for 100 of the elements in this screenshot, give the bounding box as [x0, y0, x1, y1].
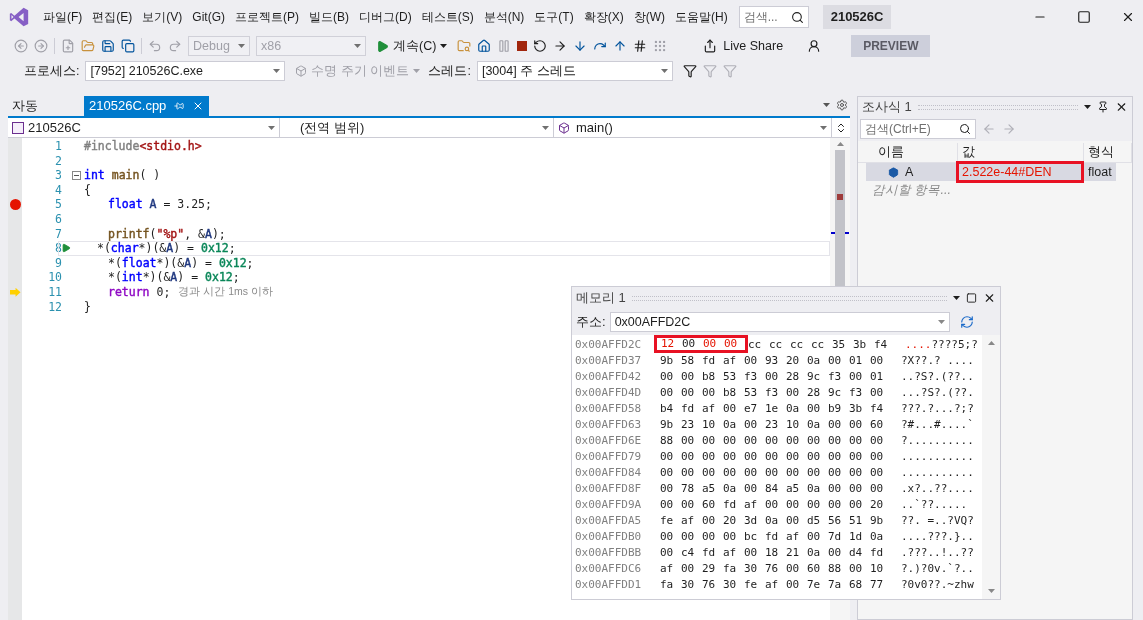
memory-byte: 00: [682, 335, 697, 352]
menu-item[interactable]: 테스트(S): [416, 8, 479, 26]
memory-byte: 00: [681, 464, 696, 481]
close-icon[interactable]: [1115, 100, 1128, 114]
memory-byte: 12: [661, 335, 676, 352]
memory-byte: 00: [786, 384, 801, 401]
memory-byte: 00: [765, 432, 780, 449]
refresh-icon[interactable]: [959, 315, 974, 329]
solution-title: 210526C: [822, 5, 892, 29]
close-icon[interactable]: [983, 291, 996, 305]
line-number: 10: [47, 270, 62, 285]
close-icon[interactable]: [1121, 10, 1135, 24]
memory-byte: cc: [790, 336, 805, 353]
memory-ascii: ....???.}..: [901, 528, 974, 545]
continue-button[interactable]: 계속(C): [372, 36, 452, 56]
line-number: 2: [54, 153, 62, 169]
memory-byte: af: [723, 544, 738, 561]
watch-search-field[interactable]: 검색(Ctrl+E): [860, 119, 976, 139]
project-dropdown[interactable]: 210526C: [8, 118, 280, 137]
line-number: 11: [47, 284, 62, 300]
memory-byte: 00: [744, 432, 759, 449]
code-line: float A = 3.25;: [108, 197, 212, 212]
column-header[interactable]: 이름: [866, 143, 958, 162]
settings-icon[interactable]: [836, 98, 848, 112]
memory-byte: fe: [660, 512, 675, 529]
breakpoint-icon[interactable]: [9, 199, 21, 211]
menu-item[interactable]: 도구(T): [529, 8, 579, 26]
memory-ascii: ?.)?0v.`?..: [901, 560, 974, 577]
watch-type-cell: float: [1084, 163, 1116, 181]
person-icon[interactable]: [807, 39, 822, 53]
caret-icon[interactable]: [953, 296, 960, 300]
menu-item[interactable]: 도움말(H): [670, 8, 733, 26]
search-icon[interactable]: [959, 123, 971, 135]
scope-dropdown[interactable]: (전역 범위): [280, 118, 554, 137]
member-dropdown[interactable]: main(): [554, 118, 832, 137]
scroll-up-icon[interactable]: [836, 142, 844, 146]
show-next-statement-icon[interactable]: [553, 39, 568, 53]
menu-item[interactable]: 디버그(D): [354, 8, 417, 26]
memory-ascii: ?..........: [901, 432, 974, 449]
tab[interactable]: 자동: [12, 96, 38, 116]
memory-byte: 60: [702, 496, 717, 513]
menu-item[interactable]: 창(W): [628, 8, 670, 26]
memory-byte: 23: [765, 416, 780, 433]
column-header[interactable]: 형식: [1084, 143, 1132, 162]
menu-item[interactable]: 빌드(B): [304, 8, 354, 26]
memory-byte: 00: [765, 448, 780, 465]
caret-icon: [440, 44, 448, 48]
column-header[interactable]: 값: [958, 143, 1084, 162]
memory-byte: 01: [849, 352, 864, 369]
memory-byte: fd: [723, 496, 738, 513]
search-icon[interactable]: [790, 10, 804, 24]
memory-byte: 00: [723, 400, 738, 417]
grip-icon[interactable]: [653, 39, 668, 53]
menu-item[interactable]: 분석(N): [478, 8, 530, 26]
memory-address: 0x00AFFD8F: [575, 480, 643, 497]
memory-byte: 0a: [807, 480, 822, 497]
save-all-icon[interactable]: [121, 39, 135, 53]
run-to-click-icon[interactable]: [61, 243, 71, 254]
memory-byte: 00: [807, 528, 822, 545]
memory-byte: 00: [828, 432, 843, 449]
live-share-button[interactable]: Live Share: [703, 36, 784, 56]
caret-icon[interactable]: [823, 103, 830, 107]
step-out-icon[interactable]: [613, 39, 628, 53]
maximize-icon[interactable]: [966, 291, 977, 305]
memory-byte: 00: [849, 416, 864, 433]
maximize-icon[interactable]: [1077, 10, 1091, 24]
menu-item[interactable]: 보기(V): [137, 8, 188, 26]
stop-icon[interactable]: [517, 41, 528, 51]
scroll-down-icon[interactable]: [987, 589, 995, 593]
menu-item[interactable]: 프로젝트(P): [230, 8, 304, 26]
memory-ascii-changed: ....: [905, 336, 932, 353]
caret-icon: [354, 44, 361, 48]
menu-item[interactable]: 파일(F): [38, 8, 88, 26]
menu-item[interactable]: 확장(X): [578, 8, 629, 26]
collapse-toggle-icon[interactable]: [72, 171, 81, 180]
memory-byte: af: [702, 400, 717, 417]
restart-icon[interactable]: [533, 39, 548, 53]
menu-item[interactable]: 편집(E): [87, 8, 138, 26]
address-field[interactable]: 0x00AFFD2C: [609, 312, 950, 332]
process-dropdown[interactable]: [7952] 210526C.exe: [85, 61, 286, 81]
memory-ascii: ???.?...?;?: [901, 400, 974, 417]
menu-item[interactable]: Git(G): [187, 8, 230, 26]
memory-byte: bc: [744, 528, 759, 545]
memory-byte: 35: [832, 336, 847, 353]
save-icon[interactable]: [101, 39, 115, 53]
scroll-up-icon[interactable]: [987, 341, 995, 345]
memory-ascii: ?0v0??.~zhw: [901, 576, 974, 593]
memory-byte: 00: [828, 352, 843, 369]
memory-byte: 88: [660, 432, 675, 449]
memory-byte: f3: [765, 384, 780, 401]
memory-byte: 00: [849, 432, 864, 449]
search-field[interactable]: 검색...: [738, 6, 809, 28]
caret-icon[interactable]: [1084, 105, 1091, 109]
pin-icon[interactable]: [1097, 100, 1109, 114]
preview-button[interactable]: PREVIEW: [851, 35, 931, 57]
home-icon[interactable]: [477, 39, 492, 53]
hash-icon[interactable]: [633, 39, 648, 53]
memory-ascii: ????5;?: [931, 336, 978, 353]
filter-icon[interactable]: [682, 64, 697, 78]
thread-dropdown[interactable]: [3004] 주 스레드: [476, 61, 673, 81]
